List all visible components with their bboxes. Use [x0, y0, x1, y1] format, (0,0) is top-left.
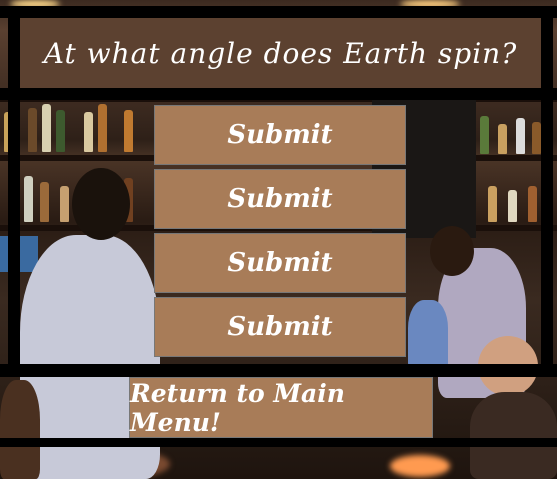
frame-right — [541, 6, 553, 376]
frame-below-return — [0, 438, 557, 447]
answer-button-4[interactable]: Submit — [154, 297, 406, 357]
frame-left — [8, 6, 20, 376]
answer-button-1[interactable]: Submit — [154, 105, 406, 165]
return-to-main-menu-button[interactable]: Return to Main Menu! — [129, 377, 433, 438]
question-text: At what angle does Earth spin? — [43, 36, 518, 70]
frame-top — [0, 6, 557, 18]
answer-button-2[interactable]: Submit — [154, 169, 406, 229]
frame-below-title — [0, 88, 557, 100]
frame-above-return — [0, 364, 557, 377]
question-banner: At what angle does Earth spin? — [20, 18, 541, 88]
answer-button-3[interactable]: Submit — [154, 233, 406, 293]
